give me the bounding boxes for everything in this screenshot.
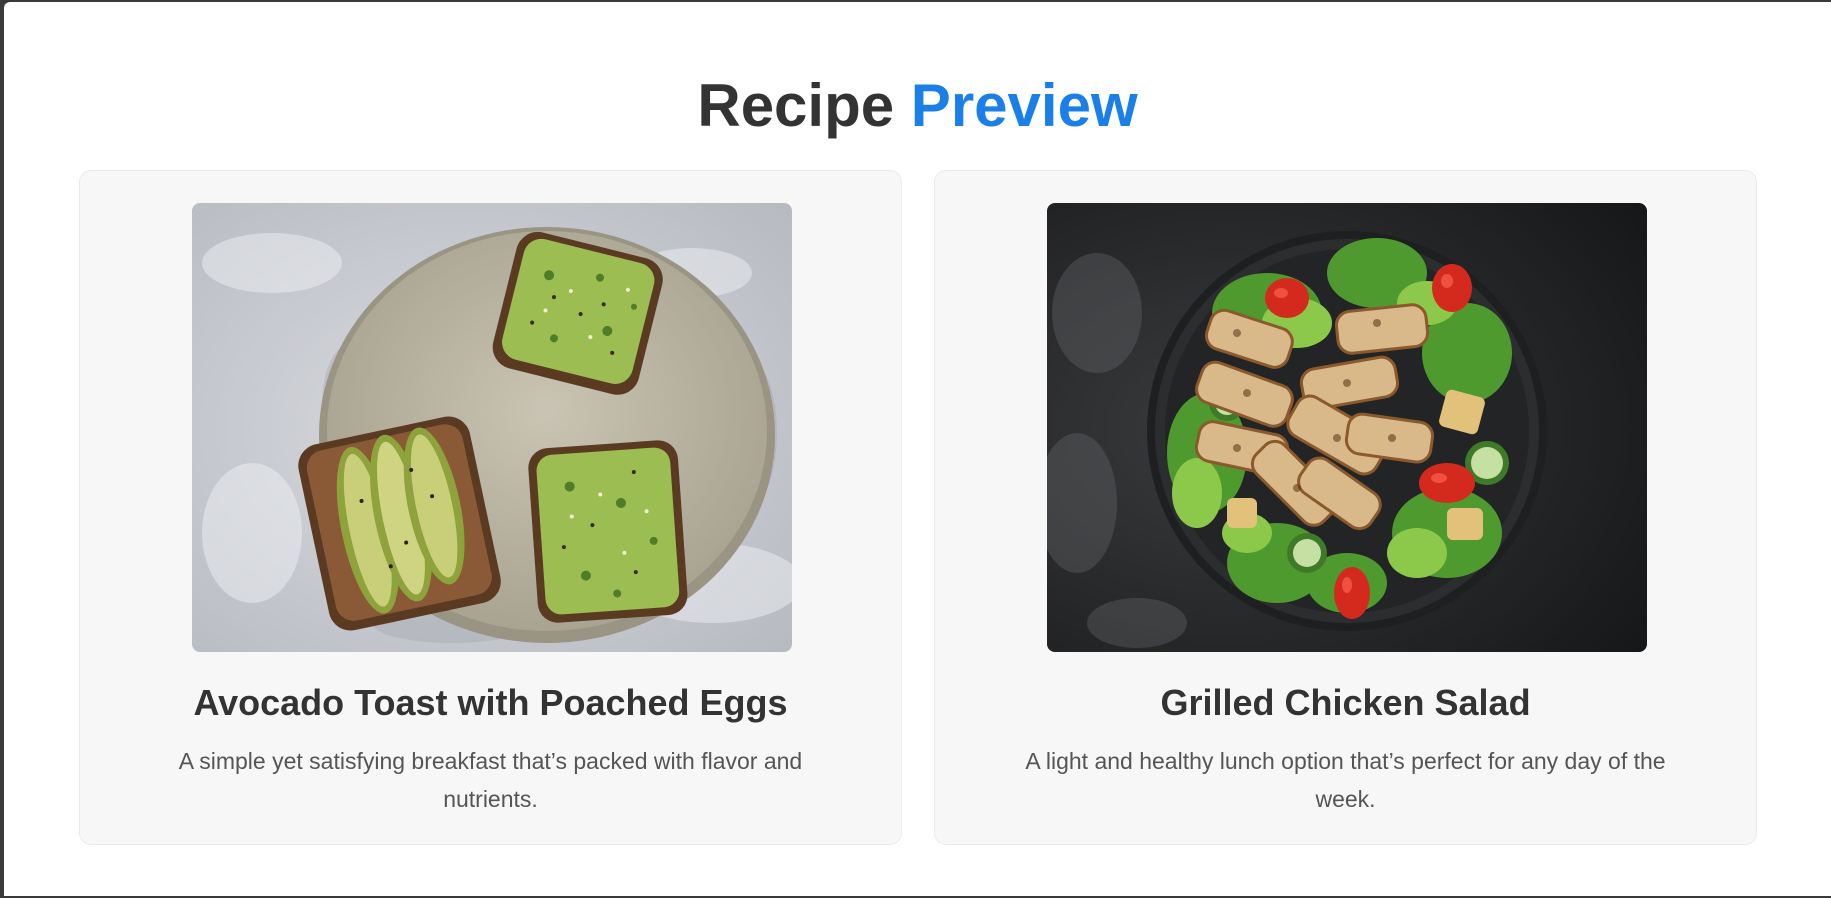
recipe-description: A light and healthy lunch option that’s … <box>1025 748 1666 812</box>
grilled-chicken-salad-photo <box>1047 203 1647 652</box>
app-window: Recipe Preview Avocado Toast with Poache… <box>4 2 1831 896</box>
recipe-card-avocado-toast[interactable]: Avocado Toast with Poached Eggs A simple… <box>79 170 902 845</box>
recipe-title[interactable]: Grilled Chicken Salad <box>935 681 1756 725</box>
recipe-card-grilled-chicken-salad[interactable]: Grilled Chicken Salad A light and health… <box>934 170 1757 845</box>
page-title: Recipe Preview <box>4 70 1831 142</box>
recipe-title[interactable]: Avocado Toast with Poached Eggs <box>80 681 901 725</box>
avocado-toast-photo <box>192 203 792 652</box>
recipe-description: A simple yet satisfying breakfast that’s… <box>178 748 803 812</box>
page-title-accent: Preview <box>910 72 1138 139</box>
page-title-main: Recipe <box>697 72 895 139</box>
